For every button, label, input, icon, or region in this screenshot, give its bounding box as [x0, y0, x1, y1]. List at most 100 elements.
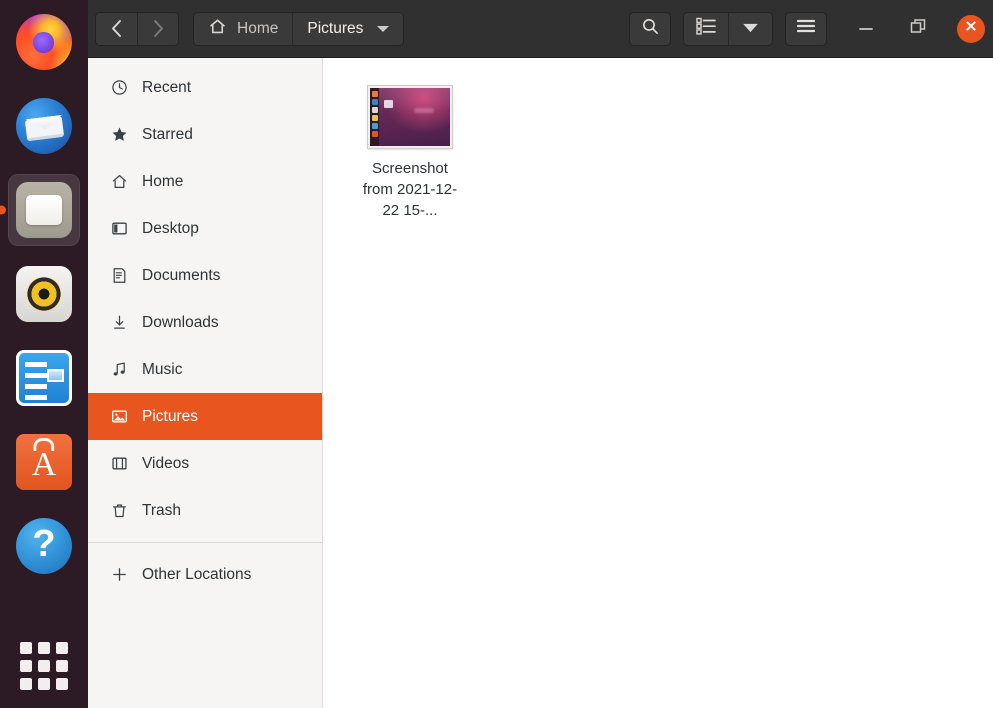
- grid-dot-icon: [56, 660, 68, 672]
- forward-button[interactable]: [137, 13, 178, 45]
- sidebar-label-home: Home: [142, 173, 183, 191]
- sidebar-item-recent[interactable]: Recent: [88, 64, 322, 111]
- back-button[interactable]: [96, 13, 137, 45]
- list-view-icon: [696, 17, 716, 40]
- home-icon: [110, 173, 128, 191]
- file-name-label: Screenshot from 2021-12-22 15-...: [360, 158, 460, 221]
- dock-item-software[interactable]: [8, 426, 80, 498]
- list-view-button[interactable]: [684, 13, 728, 45]
- sidebar-item-downloads[interactable]: Downloads: [88, 299, 322, 346]
- navigation-buttons: [95, 12, 179, 46]
- sidebar-label-music: Music: [142, 361, 182, 379]
- grid-dot-icon: [20, 642, 32, 654]
- grid-dot-icon: [38, 678, 50, 690]
- search-button[interactable]: [629, 12, 671, 46]
- chevron-down-icon: [742, 20, 759, 38]
- thumbnail-dock-icon: [372, 91, 378, 97]
- breadcrumb-label-pictures: Pictures: [307, 20, 363, 38]
- breadcrumb-item-home[interactable]: Home: [194, 13, 292, 45]
- sidebar-item-documents[interactable]: Documents: [88, 252, 322, 299]
- thumbnail-dock-icon: [372, 107, 378, 113]
- breadcrumb-label-home: Home: [237, 20, 278, 38]
- sidebar-divider: [88, 542, 322, 543]
- sidebar-item-starred[interactable]: Starred: [88, 111, 322, 158]
- grid-dot-icon: [38, 642, 50, 654]
- ubuntu-dock: [0, 0, 88, 708]
- ubuntu-software-icon: [16, 434, 72, 490]
- grid-dot-icon: [38, 660, 50, 672]
- dock-item-help[interactable]: [8, 510, 80, 582]
- star-icon: [110, 126, 128, 144]
- thumbnail-window: [384, 100, 393, 108]
- sidebar-label-starred: Starred: [142, 126, 193, 144]
- hamburger-menu-icon: [796, 18, 816, 39]
- files-window: Home Pictures: [88, 0, 993, 708]
- minimize-icon: [858, 20, 874, 38]
- breadcrumb-item-pictures[interactable]: Pictures: [292, 13, 403, 45]
- sidebar-item-videos[interactable]: Videos: [88, 440, 322, 487]
- dock-item-firefox[interactable]: [8, 6, 80, 78]
- sidebar-label-desktop: Desktop: [142, 220, 199, 238]
- sidebar-label-trash: Trash: [142, 502, 181, 520]
- grid-dot-icon: [20, 678, 32, 690]
- sidebar-item-music[interactable]: Music: [88, 346, 322, 393]
- dock-item-libreoffice[interactable]: [8, 342, 80, 414]
- sidebar-label-pictures: Pictures: [142, 408, 198, 426]
- files-icon: [16, 182, 72, 238]
- dock-item-rhythmbox[interactable]: [8, 258, 80, 330]
- sidebar-item-other-locations[interactable]: Other Locations: [88, 551, 322, 598]
- rhythmbox-icon: [16, 266, 72, 322]
- help-icon: [16, 518, 72, 574]
- clock-icon: [110, 79, 128, 97]
- file-list-view[interactable]: Screenshot from 2021-12-22 15-...: [323, 58, 993, 708]
- sidebar-label-recent: Recent: [142, 79, 191, 97]
- sidebar-item-trash[interactable]: Trash: [88, 487, 322, 534]
- restore-button[interactable]: [905, 16, 931, 42]
- video-film-icon: [110, 455, 128, 473]
- home-icon: [208, 17, 227, 41]
- picture-icon: [110, 408, 128, 426]
- download-icon: [110, 314, 128, 332]
- firefox-icon: [16, 14, 72, 70]
- thumbnail-dock-icon: [372, 131, 378, 137]
- thumbnail-dock-icon: [372, 123, 378, 129]
- close-button[interactable]: [957, 15, 985, 43]
- close-icon: [964, 19, 978, 38]
- view-mode-group: [683, 12, 773, 46]
- grid-dot-icon: [20, 660, 32, 672]
- window-body: Recent Starred: [88, 58, 993, 708]
- sidebar-item-desktop[interactable]: Desktop: [88, 205, 322, 252]
- sidebar-item-pictures[interactable]: Pictures: [88, 393, 322, 440]
- view-options-dropdown-button[interactable]: [728, 13, 772, 45]
- thumbnail-dock-icon: [372, 115, 378, 121]
- sidebar-item-home[interactable]: Home: [88, 158, 322, 205]
- plus-icon: [110, 566, 128, 584]
- sidebar-label-documents: Documents: [142, 267, 220, 285]
- file-thumbnail: [368, 86, 452, 148]
- minimize-button[interactable]: [853, 16, 879, 42]
- grid-dot-icon: [56, 642, 68, 654]
- file-item[interactable]: Screenshot from 2021-12-22 15-...: [351, 74, 469, 221]
- breadcrumb: Home Pictures: [193, 12, 404, 46]
- window-controls: [853, 15, 985, 43]
- thunderbird-icon: [16, 98, 72, 154]
- sidebar-label-videos: Videos: [142, 455, 189, 473]
- thumbnail-dock-icon: [372, 99, 378, 105]
- dock-item-files[interactable]: [8, 174, 80, 246]
- sidebar-label-other-locations: Other Locations: [142, 566, 251, 584]
- music-note-icon: [110, 361, 128, 379]
- search-icon: [641, 17, 660, 41]
- main-menu-button[interactable]: [785, 12, 827, 46]
- thumbnail-highlight: [414, 108, 434, 113]
- chevron-down-icon: [377, 26, 389, 32]
- grid-dot-icon: [56, 678, 68, 690]
- desktop-icon: [110, 220, 128, 238]
- show-applications-button[interactable]: [20, 642, 68, 690]
- restore-icon: [910, 18, 927, 40]
- ubuntu-desktop: Home Pictures: [0, 0, 993, 708]
- libreoffice-icon: [16, 350, 72, 406]
- header-bar: Home Pictures: [88, 0, 993, 58]
- trash-icon: [110, 502, 128, 520]
- dock-item-thunderbird[interactable]: [8, 90, 80, 162]
- sidebar-label-downloads: Downloads: [142, 314, 219, 332]
